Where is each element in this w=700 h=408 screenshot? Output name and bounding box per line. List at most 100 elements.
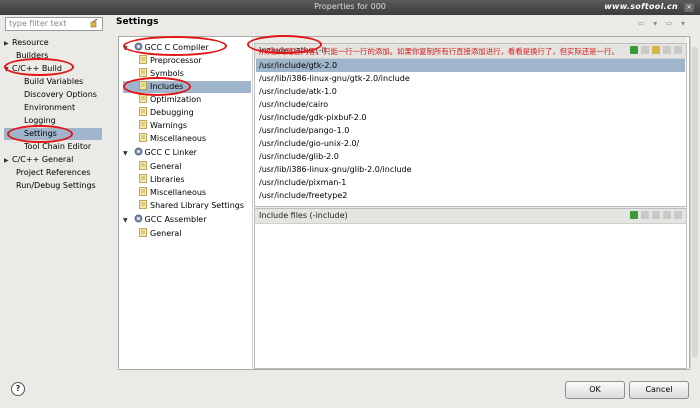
close-button[interactable]: ×: [684, 3, 694, 12]
annotation-ellipse: [4, 58, 74, 76]
settings-page-icon: [139, 161, 147, 170]
expand-arrow-icon[interactable]: ▶: [4, 38, 12, 50]
clear-filter-icon[interactable]: [90, 19, 98, 28]
tree-item-label: Resource: [12, 38, 49, 47]
tool-item-optimization[interactable]: Optimization: [139, 94, 201, 106]
tool-item-label: Miscellaneous: [150, 188, 207, 197]
list-item[interactable]: /usr/include/pixman-1: [256, 176, 685, 189]
filter-input[interactable]: type filter text: [5, 17, 103, 31]
list-item[interactable]: /usr/include/cairo: [256, 98, 685, 111]
move-up-icon[interactable]: [663, 211, 671, 219]
annotation-ellipse: [7, 125, 73, 143]
tool-item-label: Warnings: [150, 121, 188, 130]
annotation-ellipse: [247, 35, 322, 54]
history-nav[interactable]: ⇦ ▾ ⇨ ▾: [638, 19, 688, 28]
list-item[interactable]: /usr/lib/i386-linux-gnu/gtk-2.0/include: [256, 72, 685, 85]
tool-item-linker-general[interactable]: General: [139, 161, 182, 173]
tool-item-label: Miscellaneous: [150, 134, 207, 143]
tool-item-assembler-general[interactable]: General: [139, 228, 182, 240]
pane-sash[interactable]: [105, 36, 113, 366]
list-item[interactable]: /usr/include/atk-1.0: [256, 85, 685, 98]
watermark-brand: www.softool.cn: [604, 2, 678, 11]
gear-icon: [134, 214, 142, 223]
include-files-label: Include files (-include): [259, 211, 348, 220]
cancel-button[interactable]: Cancel: [629, 381, 689, 399]
tool-item-label: Optimization: [150, 95, 202, 104]
add-icon[interactable]: [630, 46, 638, 54]
tool-item-label: Libraries: [150, 175, 185, 184]
settings-page-icon: [139, 200, 147, 209]
include-files-list[interactable]: Include files (-include): [254, 208, 687, 369]
settings-page-icon: [139, 187, 147, 196]
vertical-scrollbar[interactable]: [690, 37, 699, 367]
tool-item-warnings[interactable]: Warnings: [139, 120, 187, 132]
settings-page-icon: [139, 228, 147, 237]
list-item[interactable]: /usr/include/freetype2: [256, 189, 685, 202]
tree-item-environment[interactable]: Environment: [24, 102, 75, 114]
page-title: Settings: [116, 17, 159, 27]
list-toolbar: [627, 46, 682, 55]
tree-item-project-references[interactable]: Project References: [16, 167, 90, 179]
scrollbar-thumb[interactable]: [692, 47, 698, 357]
list-item[interactable]: /usr/include/glib-2.0: [256, 150, 685, 163]
tree-item-cpp-general[interactable]: ▶ C/C++ General: [4, 154, 73, 166]
settings-page-icon: [139, 120, 147, 129]
collapse-arrow-icon[interactable]: ▼: [123, 215, 131, 227]
tool-item-label: General: [150, 229, 182, 238]
help-icon[interactable]: ?: [11, 382, 25, 396]
tool-item-label: Preprocessor: [150, 56, 202, 65]
tree-item-label: Run/Debug Settings: [16, 181, 96, 190]
expand-arrow-icon[interactable]: ▶: [4, 155, 12, 167]
tool-item-gcc-assembler[interactable]: ▼ GCC Assembler: [123, 214, 207, 226]
tool-item-debugging[interactable]: Debugging: [139, 107, 194, 119]
tree-item-label: Build Variables: [24, 77, 84, 86]
tree-item-build-variables[interactable]: Build Variables: [24, 76, 83, 88]
tree-item-label: Tool Chain Editor: [24, 142, 92, 151]
delete-icon[interactable]: [641, 46, 649, 54]
tool-item-label: General: [150, 162, 182, 171]
tree-item-label: Project References: [16, 168, 91, 177]
tree-item-discovery-options[interactable]: Discovery Options: [24, 89, 97, 101]
tree-item-run-debug-settings[interactable]: Run/Debug Settings: [16, 180, 96, 192]
annotation-ellipse: [123, 77, 191, 96]
tool-item-preprocessor[interactable]: Preprocessor: [139, 55, 202, 67]
gear-icon: [134, 147, 142, 156]
move-up-icon[interactable]: [663, 46, 671, 54]
tool-item-label: Debugging: [150, 108, 194, 117]
add-icon[interactable]: [630, 211, 638, 219]
include-files-header: Include files (-include): [255, 209, 686, 224]
include-paths-list[interactable]: Include paths (-I) //添加的路径内容。只能一行一行的添加。如…: [254, 43, 687, 207]
ok-button[interactable]: OK: [565, 381, 625, 399]
tool-item-shared-library-settings[interactable]: Shared Library Settings: [139, 200, 244, 212]
delete-icon[interactable]: [641, 211, 649, 219]
list-toolbar: [627, 211, 682, 220]
tree-item-resource[interactable]: ▶ Resource: [4, 37, 49, 49]
list-item[interactable]: /usr/include/gio-unix-2.0/: [256, 137, 685, 150]
collapse-arrow-icon[interactable]: ▼: [123, 148, 131, 160]
move-down-icon[interactable]: [674, 211, 682, 219]
settings-page-icon: [139, 55, 147, 64]
tool-item-label: GCC C Linker: [144, 148, 197, 157]
tool-item-miscellaneous[interactable]: Miscellaneous: [139, 133, 206, 145]
options-area: Include paths (-I) //添加的路径内容。只能一行一行的添加。如…: [254, 37, 687, 369]
tool-item-label: GCC Assembler: [144, 215, 207, 224]
tree-item-label: Logging: [24, 116, 56, 125]
list-item[interactable]: /usr/include/pango-1.0: [256, 124, 685, 137]
list-item[interactable]: /usr/include/gdk-pixbuf-2.0: [256, 111, 685, 124]
settings-page-icon: [139, 174, 147, 183]
window-title: Properties for 000: [314, 2, 386, 11]
settings-page-icon: [139, 68, 147, 77]
annotation-ellipse: [123, 36, 227, 56]
edit-icon[interactable]: [652, 211, 660, 219]
tool-item-libraries[interactable]: Libraries: [139, 174, 185, 186]
tree-item-label: C/C++ General: [12, 155, 74, 164]
list-item[interactable]: /usr/include/gtk-2.0: [256, 59, 685, 72]
tool-item-gcc-c-linker[interactable]: ▼ GCC C Linker: [123, 147, 197, 159]
tree-item-label: Environment: [24, 103, 76, 112]
list-item[interactable]: /usr/lib/i386-linux-gnu/glib-2.0/include: [256, 163, 685, 176]
move-down-icon[interactable]: [674, 46, 682, 54]
edit-icon[interactable]: [652, 46, 660, 54]
tool-item-linker-miscellaneous[interactable]: Miscellaneous: [139, 187, 206, 199]
settings-page-icon: [139, 107, 147, 116]
settings-page-icon: [139, 133, 147, 142]
